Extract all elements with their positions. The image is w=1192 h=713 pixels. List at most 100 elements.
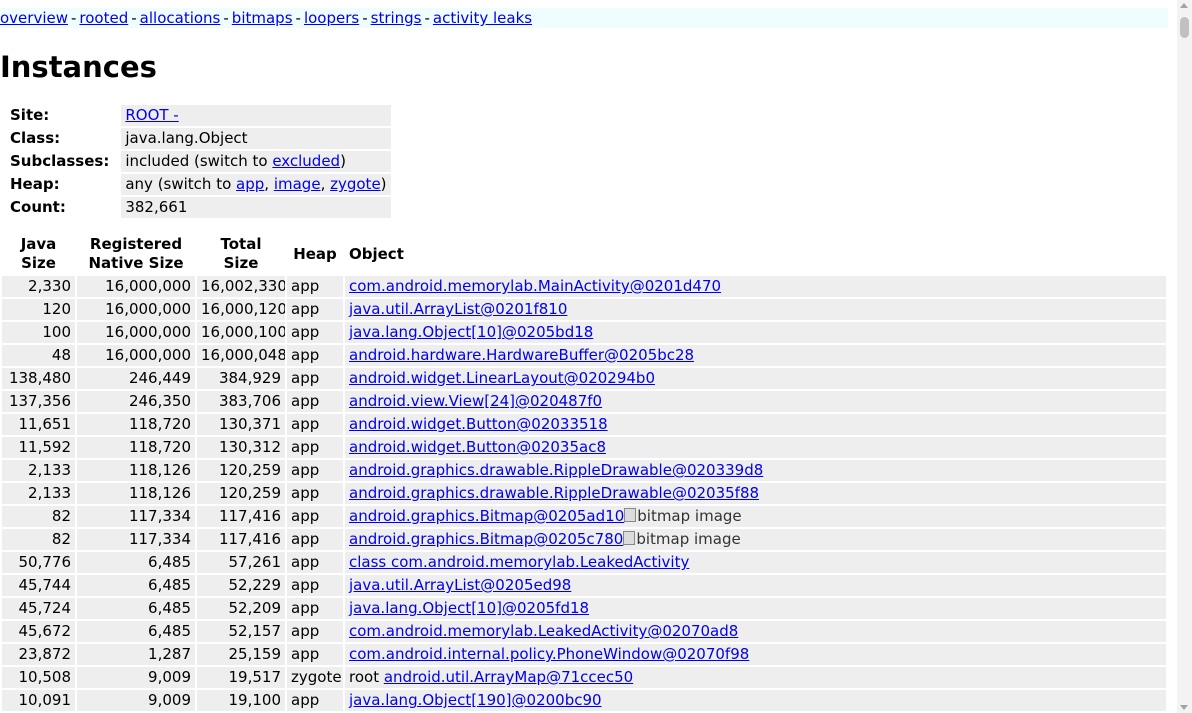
nav-separator: - <box>223 9 229 27</box>
heap-image-link[interactable]: image <box>274 175 321 193</box>
native-size-cell: 118,720 <box>77 437 195 458</box>
native-size-cell: 1,287 <box>77 644 195 665</box>
object-cell: java.lang.Object[10]@0205bd18 <box>345 322 1166 343</box>
java-size-cell: 120 <box>2 299 75 320</box>
object-link[interactable]: android.graphics.Bitmap@0205c780 <box>349 530 623 548</box>
java-size-cell: 82 <box>2 506 75 527</box>
info-row-subclasses: Subclasses: included (switch to excluded… <box>10 151 391 172</box>
header-heap[interactable]: Heap <box>287 234 343 274</box>
heap-cell: app <box>287 460 343 481</box>
nav-link-overview[interactable]: overview <box>0 9 68 27</box>
info-label-heap: Heap: <box>10 175 60 193</box>
object-link[interactable]: com.android.memorylab.MainActivity@0201d… <box>349 277 721 295</box>
java-size-cell: 23,872 <box>2 644 75 665</box>
java-size-cell: 11,651 <box>2 414 75 435</box>
site-link[interactable]: ROOT - <box>125 106 178 124</box>
info-value-site: ROOT - <box>121 105 391 126</box>
object-cell: android.graphics.drawable.RippleDrawable… <box>345 460 1166 481</box>
heap-comma: , <box>320 175 331 193</box>
object-cell: root android.util.ArrayMap@71ccec50 <box>345 667 1166 688</box>
native-size-cell: 16,000,000 <box>77 276 195 297</box>
object-link[interactable]: android.widget.LinearLayout@020294b0 <box>349 369 655 387</box>
object-link[interactable]: android.graphics.Bitmap@0205ad10 <box>349 507 624 525</box>
object-link[interactable]: android.hardware.HardwareBuffer@0205bc28 <box>349 346 694 364</box>
heap-cell: app <box>287 483 343 504</box>
java-size-cell: 82 <box>2 529 75 550</box>
total-size-cell: 52,209 <box>197 598 285 619</box>
java-size-cell: 48 <box>2 345 75 366</box>
object-link[interactable]: android.graphics.drawable.RippleDrawable… <box>349 461 763 479</box>
nav-link-rooted[interactable]: rooted <box>79 9 128 27</box>
native-size-cell: 9,009 <box>77 690 195 711</box>
nav-separator: - <box>131 9 137 27</box>
heap-cell: app <box>287 299 343 320</box>
heap-zygote-link[interactable]: zygote <box>330 175 381 193</box>
nav-link-bitmaps[interactable]: bitmaps <box>232 9 293 27</box>
heap-cell: app <box>287 644 343 665</box>
info-row-class: Class: java.lang.Object <box>10 128 391 149</box>
native-size-cell: 246,350 <box>77 391 195 412</box>
scroll-up-arrow-icon[interactable] <box>1180 3 1188 8</box>
nav-link-activity-leaks[interactable]: activity leaks <box>433 9 532 27</box>
header-object[interactable]: Object <box>345 234 1166 274</box>
total-size-cell: 25,159 <box>197 644 285 665</box>
object-link[interactable]: java.lang.Object[10]@0205fd18 <box>349 599 589 617</box>
header-native-size[interactable]: Registered Native Size <box>77 234 195 274</box>
total-size-cell: 52,229 <box>197 575 285 596</box>
object-link[interactable]: java.util.ArrayList@0201f810 <box>349 300 567 318</box>
subclasses-prefix: included (switch to <box>125 152 273 170</box>
object-cell: android.widget.Button@02033518 <box>345 414 1166 435</box>
object-link[interactable]: android.graphics.drawable.RippleDrawable… <box>349 484 759 502</box>
object-link[interactable]: com.android.internal.policy.PhoneWindow@… <box>349 645 749 663</box>
nav-separator: - <box>362 9 368 27</box>
object-link[interactable]: java.lang.Object[10]@0205bd18 <box>349 323 593 341</box>
object-cell: com.android.memorylab.LeakedActivity@020… <box>345 621 1166 642</box>
object-link[interactable]: java.lang.Object[190]@0200bc90 <box>349 691 602 709</box>
object-link[interactable]: java.util.ArrayList@0205ed98 <box>349 576 571 594</box>
page-title: Instances <box>0 50 157 84</box>
heap-cell: app <box>287 322 343 343</box>
object-link[interactable]: com.android.memorylab.LeakedActivity@020… <box>349 622 738 640</box>
object-link[interactable]: class com.android.memorylab.LeakedActivi… <box>349 553 689 571</box>
instances-table: Java Size Registered Native Size Total Size… <box>0 232 1168 713</box>
scrollbar-thumb[interactable] <box>1180 17 1189 38</box>
nav-link-allocations[interactable]: allocations <box>140 9 221 27</box>
table-row: 138,480 246,449 384,929 app android.widget.L… <box>2 368 1166 389</box>
header-java-size[interactable]: Java Size <box>2 234 75 274</box>
object-link[interactable]: android.widget.Button@02035ac8 <box>349 438 606 456</box>
scroll-down-arrow-icon[interactable] <box>1180 705 1188 710</box>
object-cell: class com.android.memorylab.LeakedActivi… <box>345 552 1166 573</box>
heap-cell: app <box>287 598 343 619</box>
heap-cell: app <box>287 506 343 527</box>
subclasses-suffix: ) <box>340 152 346 170</box>
total-size-cell: 16,000,048 <box>197 345 285 366</box>
object-cell: android.graphics.drawable.RippleDrawable… <box>345 483 1166 504</box>
nav-separator: - <box>71 9 77 27</box>
top-nav: overview - rooted - allocations - bitmaps - loop… <box>0 8 1168 28</box>
heap-cell: app <box>287 437 343 458</box>
nav-link-strings[interactable]: strings <box>371 9 422 27</box>
table-row: 2,330 16,000,000 16,002,330 app com.android.… <box>2 276 1166 297</box>
subclasses-excluded-link[interactable]: excluded <box>272 152 340 170</box>
nav-link-loopers[interactable]: loopers <box>304 9 359 27</box>
vertical-scrollbar[interactable] <box>1177 0 1192 713</box>
object-link[interactable]: android.widget.Button@02033518 <box>349 415 608 433</box>
heap-app-link[interactable]: app <box>236 175 264 193</box>
instance-info-table: Site: ROOT - Class: java.lang.Object Sub… <box>8 103 393 220</box>
total-size-cell: 16,000,120 <box>197 299 285 320</box>
table-row: 120 16,000,000 16,000,120 app java.util.Arra… <box>2 299 1166 320</box>
object-cell: java.util.ArrayList@0201f810 <box>345 299 1166 320</box>
object-link[interactable]: android.view.View[24]@020487f0 <box>349 392 602 410</box>
heap-cell: app <box>287 391 343 412</box>
heap-cell: app <box>287 414 343 435</box>
java-size-cell: 45,672 <box>2 621 75 642</box>
object-link[interactable]: android.util.ArrayMap@71ccec50 <box>384 668 633 686</box>
native-size-cell: 6,485 <box>77 575 195 596</box>
total-size-cell: 120,259 <box>197 460 285 481</box>
table-row: 100 16,000,000 16,000,100 app java.lang.Obje… <box>2 322 1166 343</box>
total-size-cell: 117,416 <box>197 529 285 550</box>
java-size-cell: 100 <box>2 322 75 343</box>
table-row: 48 16,000,000 16,000,048 app android.hardwar… <box>2 345 1166 366</box>
header-total-size[interactable]: Total Size <box>197 234 285 274</box>
heap-comma: , <box>264 175 274 193</box>
